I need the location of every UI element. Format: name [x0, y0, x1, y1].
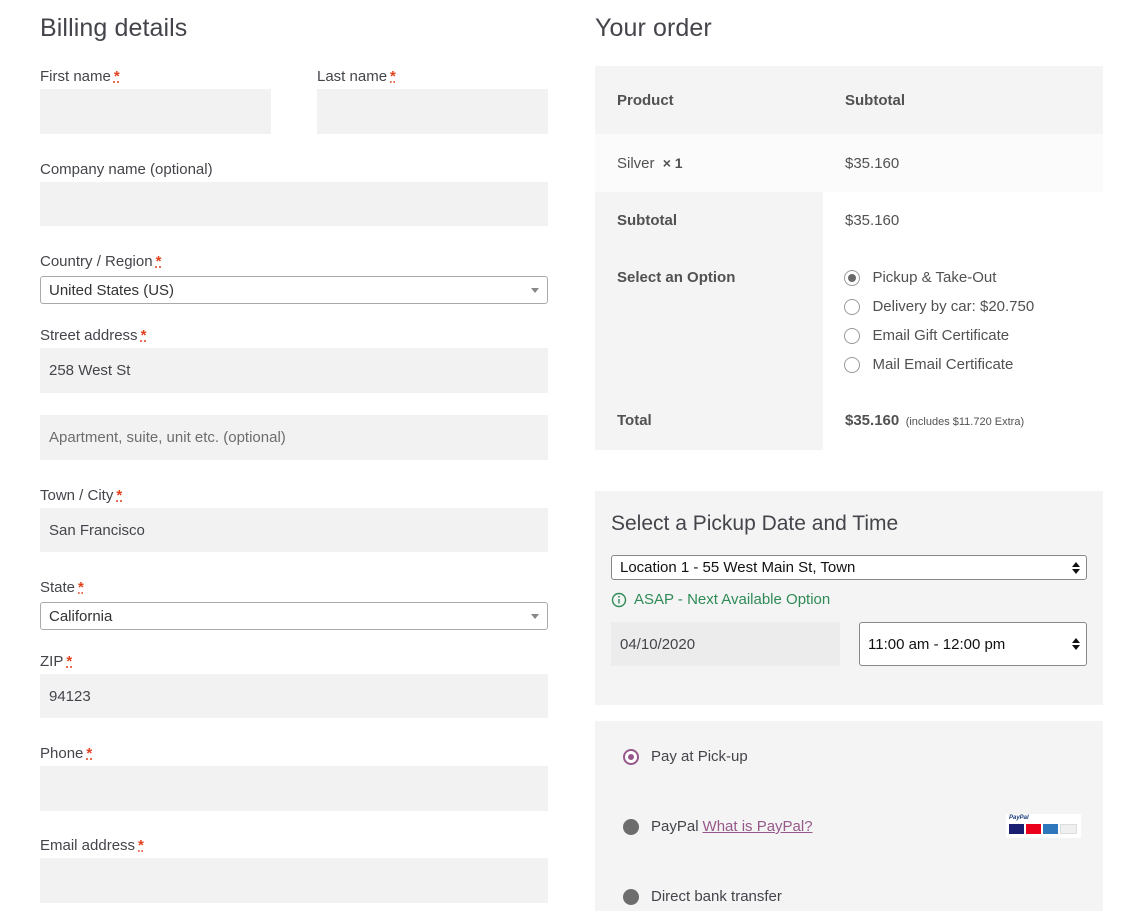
- zip-input[interactable]: 94123: [40, 674, 548, 718]
- updown-arrows-icon: [1072, 638, 1080, 650]
- radio-icon[interactable]: [844, 356, 860, 373]
- state-label: State *: [40, 579, 84, 596]
- chevron-down-icon: [531, 288, 539, 293]
- phone-input[interactable]: [40, 766, 548, 811]
- payment-panel: Pay at Pick-up PayPal What is PayPal? Pa…: [595, 721, 1103, 911]
- what-is-paypal-link[interactable]: What is PayPal?: [703, 818, 813, 835]
- pickup-panel: Select a Pickup Date and Time Location 1…: [595, 491, 1103, 705]
- phone-label: Phone *: [40, 745, 93, 762]
- payment-method-bank[interactable]: Direct bank transfer: [623, 888, 782, 905]
- pickup-date-input[interactable]: 04/10/2020: [611, 622, 840, 666]
- shipping-option[interactable]: Delivery by car: $20.750: [844, 298, 1034, 316]
- col-subtotal: Subtotal: [845, 92, 905, 109]
- radio-icon[interactable]: [623, 888, 639, 905]
- country-label: Country / Region *: [40, 253, 162, 270]
- radio-checked-icon[interactable]: [844, 269, 860, 286]
- radio-icon[interactable]: [844, 298, 860, 315]
- chevron-down-icon: [531, 614, 539, 619]
- shipping-option[interactable]: Email Gift Certificate: [844, 327, 1009, 345]
- subtotal-value: $35.160: [845, 212, 900, 229]
- total-value: $35.160 (includes $11.720 Extra): [845, 412, 1025, 429]
- country-select[interactable]: United States (US): [40, 276, 548, 304]
- info-icon: [611, 592, 627, 607]
- state-select[interactable]: California: [40, 602, 548, 630]
- col-product: Product: [617, 92, 674, 109]
- pickup-time-select[interactable]: 11:00 am - 12:00 pm: [859, 622, 1087, 666]
- paypal-cards-logo: PayPal: [1006, 814, 1081, 838]
- radio-icon[interactable]: [844, 327, 860, 344]
- asap-note: ASAP - Next Available Option: [611, 591, 830, 608]
- company-input[interactable]: [40, 182, 548, 226]
- pickup-title: Select a Pickup Date and Time: [611, 512, 899, 535]
- shipping-option[interactable]: Mail Email Certificate: [844, 356, 1013, 374]
- total-label: Total: [617, 412, 652, 429]
- street-label: Street address *: [40, 327, 147, 344]
- location-select[interactable]: Location 1 - 55 West Main St, Town: [611, 555, 1087, 580]
- updown-arrows-icon: [1072, 561, 1080, 574]
- email-input[interactable]: [40, 858, 548, 903]
- order-table: Product Subtotal Silver × 1 $35.160 Subt…: [595, 66, 1103, 450]
- first-name-label: First name *: [40, 68, 120, 85]
- option-label: Select an Option: [617, 269, 736, 286]
- zip-label: ZIP *: [40, 653, 73, 670]
- city-input[interactable]: San Francisco: [40, 508, 548, 552]
- street-line2-input[interactable]: Apartment, suite, unit etc. (optional): [40, 415, 548, 460]
- order-title: Your order: [595, 14, 712, 42]
- shipping-option[interactable]: Pickup & Take-Out: [844, 269, 996, 287]
- company-label: Company name (optional): [40, 161, 213, 178]
- payment-method-pickup[interactable]: Pay at Pick-up: [623, 748, 748, 765]
- amex-card-icon: [1043, 824, 1058, 834]
- email-label: Email address *: [40, 837, 144, 854]
- mastercard-icon: [1026, 824, 1041, 834]
- visa-card-icon: [1009, 824, 1024, 834]
- street-input[interactable]: 258 West St: [40, 348, 548, 393]
- item-name: Silver × 1: [617, 155, 683, 172]
- radio-checked-icon[interactable]: [623, 748, 639, 765]
- billing-title: Billing details: [40, 14, 188, 42]
- city-label: Town / City *: [40, 487, 123, 504]
- payment-method-paypal[interactable]: PayPal What is PayPal?: [623, 818, 813, 835]
- subtotal-label: Subtotal: [617, 212, 677, 229]
- first-name-input[interactable]: [40, 89, 271, 134]
- discover-card-icon: [1060, 824, 1077, 834]
- last-name-label: Last name *: [317, 68, 396, 85]
- last-name-input[interactable]: [317, 89, 548, 134]
- item-price: $35.160: [845, 155, 900, 172]
- radio-icon[interactable]: [623, 818, 639, 835]
